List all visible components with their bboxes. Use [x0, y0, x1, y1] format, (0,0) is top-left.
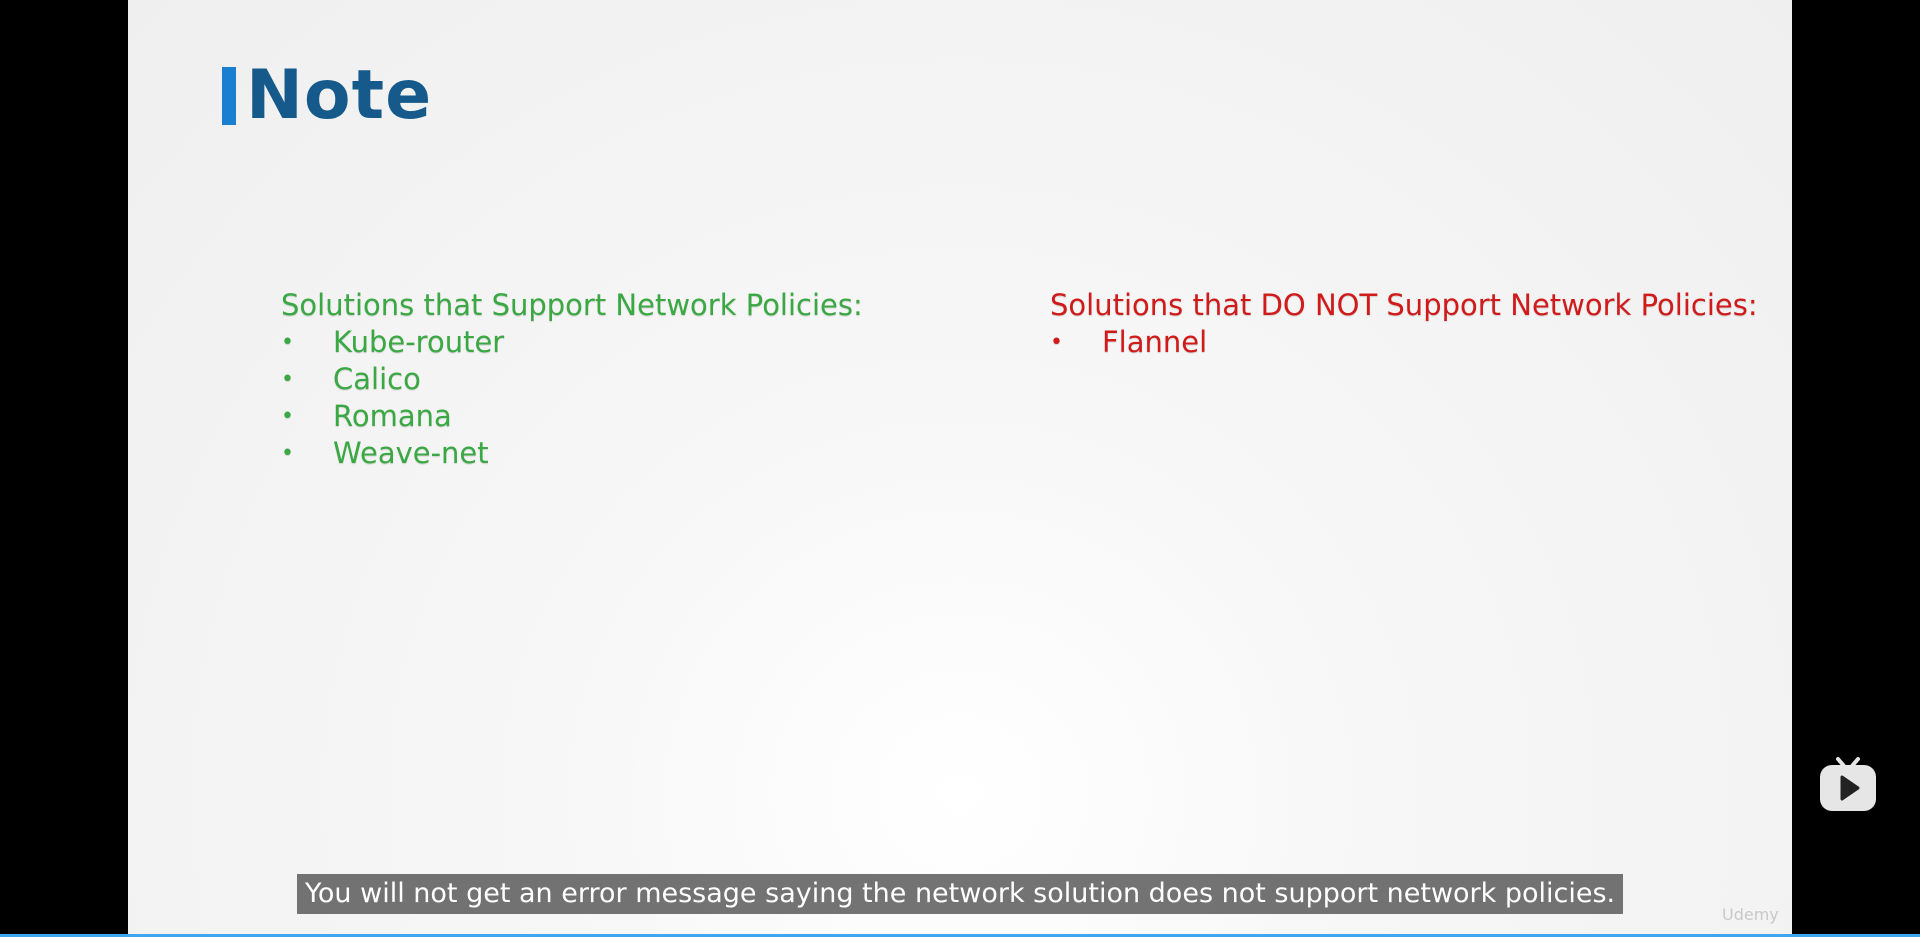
supported-heading: Solutions that Support Network Policies:	[281, 288, 863, 322]
bullet-icon: •	[281, 330, 294, 355]
subtitle-caption: You will not get an error message saying…	[297, 874, 1624, 914]
list-item-label: Flannel	[1102, 325, 1208, 359]
supported-list: • Kube-router • Calico • Romana • Weave-…	[281, 324, 863, 472]
unsupported-heading: Solutions that DO NOT Support Network Po…	[1050, 288, 1758, 322]
list-item: • Weave-net	[281, 435, 863, 472]
title-accent-bar	[222, 67, 236, 125]
slide-title: Note	[246, 56, 433, 135]
tv-play-icon[interactable]	[1818, 755, 1878, 813]
list-item: • Calico	[281, 361, 863, 398]
slide-title-group: Note	[222, 62, 432, 130]
list-item-label: Romana	[333, 399, 452, 433]
bullet-icon: •	[281, 367, 294, 392]
bullet-icon: •	[281, 441, 294, 466]
slide: Note Solutions that Support Network Poli…	[128, 0, 1792, 934]
unsupported-column: Solutions that DO NOT Support Network Po…	[1050, 286, 1758, 361]
video-player[interactable]: Note Solutions that Support Network Poli…	[0, 0, 1920, 937]
unsupported-list: • Flannel	[1050, 324, 1758, 361]
list-item: • Romana	[281, 398, 863, 435]
bullet-icon: •	[281, 404, 294, 429]
list-item-label: Kube-router	[333, 325, 505, 359]
list-item-label: Calico	[333, 362, 421, 396]
list-item: • Kube-router	[281, 324, 863, 361]
list-item: • Flannel	[1050, 324, 1758, 361]
supported-column: Solutions that Support Network Policies:…	[281, 286, 863, 472]
bullet-icon: •	[1050, 330, 1063, 355]
udemy-watermark: Udemy	[1722, 905, 1779, 924]
list-item-label: Weave-net	[333, 436, 489, 470]
